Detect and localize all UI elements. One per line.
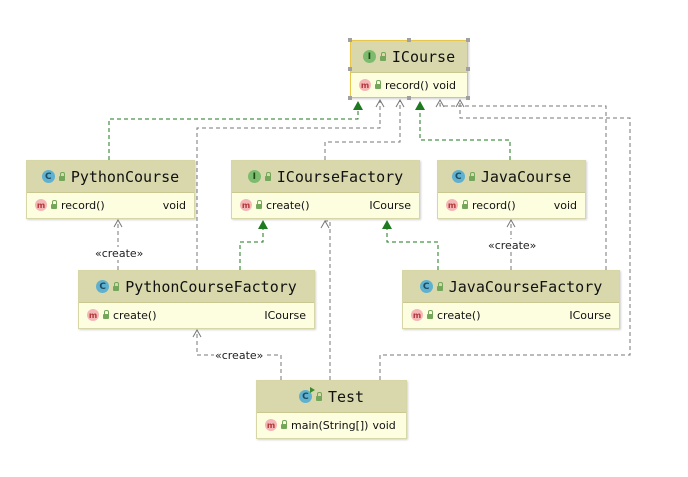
- method-return-type: void: [553, 198, 577, 212]
- stereotype-create-label: «create»: [487, 239, 538, 252]
- method-row[interactable]: m record() void: [438, 193, 585, 217]
- method-return-type: void: [432, 78, 457, 92]
- method-signature: record(): [472, 198, 516, 212]
- lock-icon: [58, 171, 65, 181]
- method-row[interactable]: m create() ICourse: [403, 303, 619, 327]
- class-name: PythonCourse: [70, 167, 180, 186]
- method-signature: create(): [113, 308, 157, 322]
- selection-handle[interactable]: [348, 67, 352, 71]
- method-signature: create(): [437, 308, 481, 322]
- arrowhead-realization: [415, 101, 425, 110]
- selection-handle[interactable]: [348, 38, 352, 42]
- class-header: C JavaCourseFactory: [403, 271, 619, 303]
- method-icon: m: [411, 309, 423, 321]
- lock-icon: [51, 200, 57, 209]
- selection-handle[interactable]: [466, 96, 470, 100]
- interface-icon: I: [247, 170, 261, 183]
- lock-icon: [462, 200, 468, 209]
- selection-handle[interactable]: [466, 38, 470, 42]
- lock-icon: [379, 51, 386, 61]
- lock-icon: [427, 310, 433, 319]
- lock-icon: [103, 310, 109, 319]
- class-name: Test: [327, 387, 365, 406]
- class-name: PythonCourseFactory: [125, 277, 297, 296]
- method-row[interactable]: m main(String[]) void: [257, 413, 406, 437]
- class-name: JavaCourseFactory: [448, 277, 603, 296]
- stereotype-create-label: «create»: [94, 247, 145, 260]
- selection-handle[interactable]: [348, 96, 352, 100]
- method-row[interactable]: m create() ICourse: [79, 303, 314, 327]
- class-icourse[interactable]: I ICourse m record() void: [348, 38, 470, 100]
- class-header: C JavaCourse: [438, 161, 585, 193]
- selection-handle[interactable]: [407, 38, 411, 42]
- class-javacoursefactory[interactable]: C JavaCourseFactory m create() ICourse: [402, 270, 620, 329]
- class-header: C Test: [257, 381, 406, 413]
- arrowhead-realization: [258, 220, 268, 229]
- class-pythoncoursefactory[interactable]: C PythonCourseFactory m create() ICourse: [78, 270, 315, 329]
- class-name: ICourse: [391, 47, 456, 66]
- method-signature: main(String[]): [291, 418, 369, 432]
- method-return-type: ICourse: [369, 198, 411, 212]
- arrowhead-realization: [382, 220, 392, 229]
- method-return-type: void: [162, 198, 186, 212]
- class-icoursefactory[interactable]: I ICourseFactory m create() ICourse: [231, 160, 420, 219]
- class-test[interactable]: C Test m main(String[]) void: [256, 380, 407, 439]
- lock-icon: [315, 391, 322, 401]
- method-row[interactable]: m create() ICourse: [232, 193, 419, 217]
- lock-icon: [264, 171, 271, 181]
- class-header: I ICourseFactory: [232, 161, 419, 193]
- class-icon: C: [41, 170, 55, 183]
- arrowhead-open: [320, 219, 330, 229]
- edge-javafactory-realizes-icoursefactory: [386, 229, 439, 270]
- method-icon: m: [265, 419, 277, 431]
- class-header: C PythonCourse: [27, 161, 194, 193]
- method-return-type: ICourse: [569, 308, 611, 322]
- class-javacourse[interactable]: C JavaCourse m record() void: [437, 160, 586, 219]
- lock-icon: [256, 200, 262, 209]
- class-name: JavaCourse: [480, 167, 572, 186]
- selection-handle[interactable]: [466, 67, 470, 71]
- method-row[interactable]: m record() void: [27, 193, 194, 217]
- method-icon: m: [359, 79, 371, 91]
- class-pythoncourse[interactable]: C PythonCourse m record() void: [26, 160, 195, 219]
- method-icon: m: [35, 199, 47, 211]
- method-signature: record(): [385, 78, 429, 92]
- runnable-class-icon: C: [298, 387, 315, 403]
- method-icon: m: [446, 199, 458, 211]
- lock-icon: [113, 281, 120, 291]
- stereotype-create-label: «create»: [214, 349, 265, 362]
- method-signature: record(): [61, 198, 105, 212]
- lock-icon: [468, 171, 475, 181]
- method-return-type: void: [372, 418, 396, 432]
- method-signature: create(): [266, 198, 310, 212]
- lock-icon: [375, 80, 381, 89]
- class-icon: C: [419, 280, 433, 293]
- method-return-type: ICourse: [264, 308, 306, 322]
- lock-icon: [436, 281, 443, 291]
- lock-icon: [281, 420, 287, 429]
- class-name: ICourseFactory: [276, 167, 404, 186]
- edge-pyfactory-realizes-icoursefactory: [239, 229, 264, 270]
- selection-handle[interactable]: [407, 96, 411, 100]
- method-row[interactable]: m record() void: [351, 73, 467, 97]
- class-header: C PythonCourseFactory: [79, 271, 314, 303]
- method-icon: m: [240, 199, 252, 211]
- class-icon: C: [451, 170, 465, 183]
- method-icon: m: [87, 309, 99, 321]
- edge-pythoncourse-realizes-icourse: [108, 110, 359, 160]
- class-header: I ICourse: [351, 41, 467, 73]
- arrowhead-realization: [353, 101, 363, 110]
- interface-icon: I: [362, 50, 376, 63]
- edge-test-depends-icoursefactory: [325, 220, 331, 380]
- class-icon: C: [96, 280, 110, 293]
